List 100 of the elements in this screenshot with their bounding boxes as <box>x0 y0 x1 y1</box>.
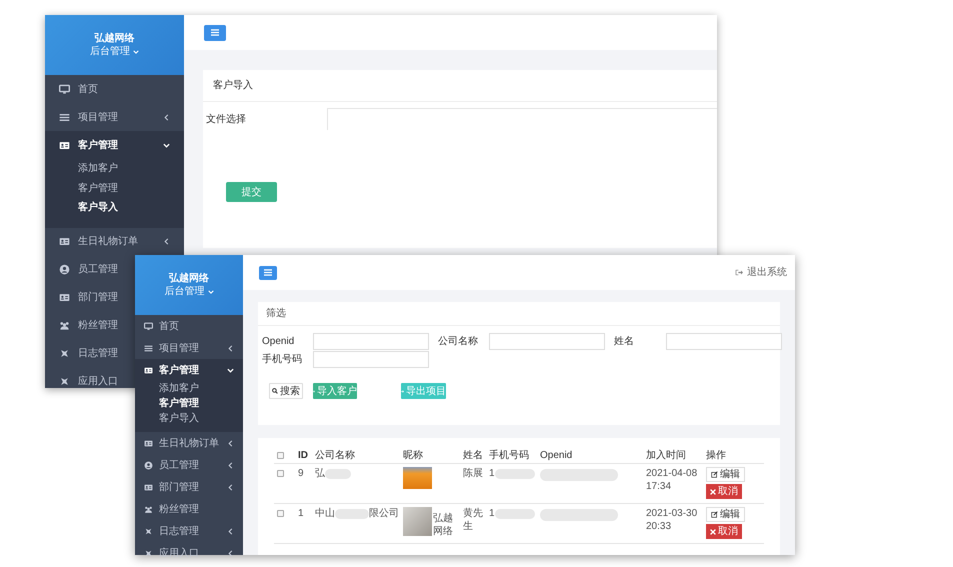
field-label: 手机号码 <box>262 352 303 367</box>
sidebar-item[interactable]: 应用入口 <box>45 368 135 396</box>
column-header: 姓名 <box>463 448 484 462</box>
edit-button[interactable]: 编辑 <box>706 467 745 482</box>
column-header: 加入时间 <box>646 448 687 462</box>
submenu-item[interactable]: 添加客户 <box>135 381 243 396</box>
menu-icon <box>211 29 219 36</box>
role-dropdown[interactable]: 后台管理 <box>164 285 214 298</box>
sidebar-item[interactable]: 部门管理 <box>135 476 243 498</box>
search-icon <box>272 388 278 394</box>
brand-name: 弘越网络 <box>94 32 134 45</box>
user-circle-icon <box>144 460 153 470</box>
text-input-field[interactable] <box>313 351 429 368</box>
close-icon <box>710 528 716 534</box>
column-header: ID <box>298 448 309 462</box>
list-icon <box>144 344 153 352</box>
table-cell: 1 <box>489 507 495 520</box>
column-header: 公司名称 <box>315 448 356 462</box>
sidebar-item[interactable]: 项目管理 <box>135 337 243 359</box>
table-cell: 2021-03-30 20:33 <box>646 507 698 533</box>
sidebar-item[interactable]: 客户管理 <box>135 359 243 381</box>
table-cell: 中山 <box>315 507 335 520</box>
sidebar-item[interactable]: 客户管理 <box>45 131 184 159</box>
close-icon <box>710 488 716 494</box>
cancel-button[interactable]: 取消 <box>706 524 742 539</box>
sidebar-item[interactable]: 生日礼物订单 <box>135 432 243 454</box>
table-cell: 陈展 <box>463 467 483 480</box>
monitor-icon <box>144 322 153 330</box>
text-input-field[interactable] <box>666 333 782 350</box>
table-cell: 1 <box>489 467 495 480</box>
checkbox[interactable] <box>277 470 284 477</box>
photo-placeholder <box>403 467 432 489</box>
chevron-left-icon <box>227 528 234 534</box>
table-cell-text: 1 <box>298 507 305 520</box>
cancel-button[interactable]: 取消 <box>706 484 742 499</box>
chevron-left-icon <box>227 344 234 352</box>
edit-button[interactable]: 编辑 <box>706 507 745 522</box>
checkbox[interactable] <box>277 452 284 458</box>
chevron-down-icon <box>163 142 170 148</box>
chevron-left-icon <box>227 484 234 490</box>
users-icon <box>59 320 70 331</box>
list-icon <box>59 112 70 122</box>
submenu-item[interactable]: 客户导入 <box>45 198 184 218</box>
submenu-item[interactable]: 客户管理 <box>135 396 243 411</box>
field-label: Openid <box>262 335 296 349</box>
sidebar-item[interactable]: 员工管理 <box>135 454 243 476</box>
chevron-left-icon <box>227 550 234 556</box>
id-card-icon <box>59 140 70 150</box>
sidebar-item[interactable]: 首页 <box>45 75 184 103</box>
sidebar-item[interactable]: 首页 <box>135 315 243 337</box>
menu-button[interactable] <box>204 24 226 40</box>
sidebar-item[interactable]: 生日礼物订单 <box>45 228 184 256</box>
edit-icon <box>711 471 718 478</box>
chevron-left-icon <box>227 462 234 468</box>
text-input-field[interactable] <box>489 333 605 350</box>
id-card-icon <box>144 482 153 492</box>
column-header: Openid <box>540 448 574 462</box>
caret-icon <box>133 48 139 54</box>
id-card-icon <box>59 292 70 303</box>
panel-title: 客户导入 <box>203 70 717 102</box>
chevron-down-icon <box>227 366 234 374</box>
submenu-item[interactable]: 客户管理 <box>45 178 184 198</box>
menu-button[interactable] <box>259 266 277 280</box>
text-input-field[interactable] <box>313 333 429 350</box>
sidebar-item[interactable]: 部门管理 <box>45 284 135 312</box>
users-icon <box>144 504 153 514</box>
id-card-icon <box>59 236 70 247</box>
filter-title: 筛选 <box>258 302 780 326</box>
user-circle-icon <box>59 264 70 275</box>
sidebar-item[interactable]: 日志管理 <box>45 340 135 368</box>
chevron-left-icon <box>163 114 170 120</box>
table-cell: 黄先生 <box>463 507 483 533</box>
chevron-left-icon <box>163 238 170 245</box>
submenu-item[interactable]: 添加客户 <box>45 159 184 178</box>
sidebar-item[interactable]: 员工管理 <box>45 256 135 284</box>
file-input-field[interactable] <box>327 108 717 130</box>
field-label: 公司名称 <box>438 335 479 349</box>
arrow-icon <box>401 388 404 394</box>
search-button[interactable]: 搜索 <box>269 383 303 399</box>
chevron-left-icon <box>227 440 234 446</box>
brand-name: 弘越网络 <box>169 272 209 285</box>
id-card-icon <box>144 366 153 374</box>
sidebar-item[interactable]: 粉丝管理 <box>45 312 135 340</box>
sign-out-icon <box>735 269 743 276</box>
column-header: 操作 <box>706 448 727 462</box>
submenu-item[interactable]: 客户导入 <box>135 411 243 426</box>
role-dropdown[interactable]: 后台管理 <box>90 45 139 58</box>
sidebar-item[interactable]: 项目管理 <box>45 103 184 131</box>
column-header: 手机号码 <box>489 448 530 462</box>
sidebar-item[interactable]: 日志管理 <box>135 520 243 542</box>
caret-icon <box>208 288 214 294</box>
column-header: 昵称 <box>403 448 424 462</box>
checkbox[interactable] <box>277 510 284 517</box>
photo-placeholder <box>403 507 432 536</box>
sidebar-item[interactable]: 粉丝管理 <box>135 498 243 520</box>
field-label: 文件选择 <box>206 112 247 126</box>
edit-icon <box>711 511 718 518</box>
field-label: 姓名 <box>614 335 635 349</box>
table-cell-text: 9 <box>298 467 305 480</box>
logout-link[interactable]: 退出系统 <box>735 265 787 280</box>
